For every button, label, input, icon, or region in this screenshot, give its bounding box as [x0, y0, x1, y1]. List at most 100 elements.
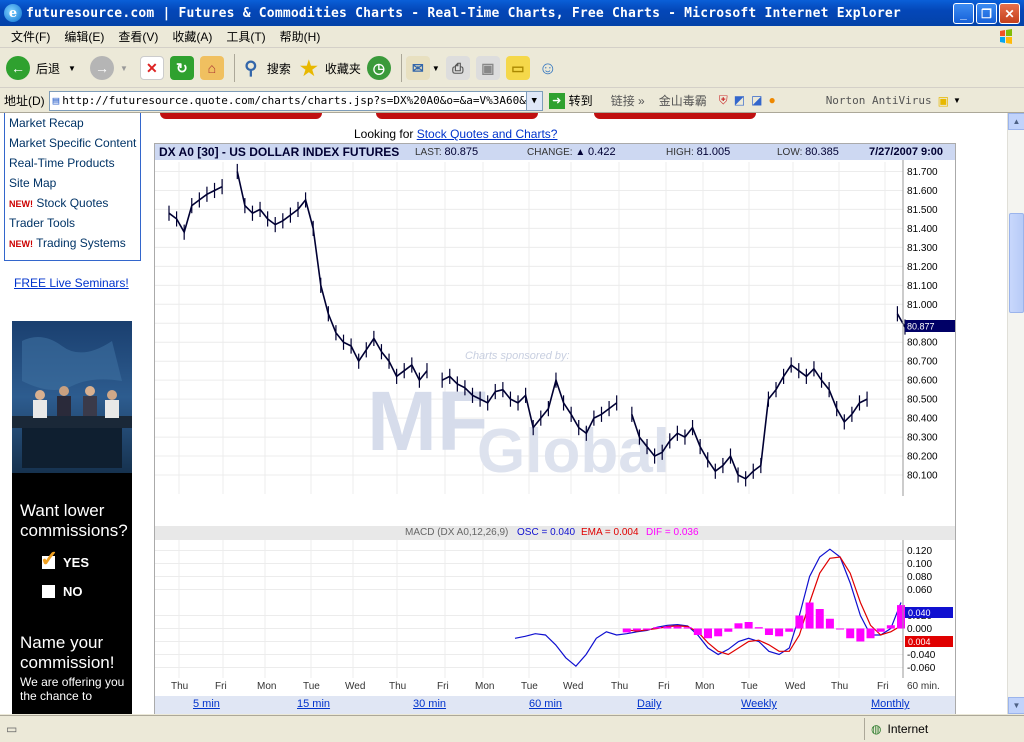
search-button[interactable]: ⚲ 搜索 [239, 56, 291, 80]
chart-panel: DX A0 [30] - US DOLLAR INDEX FUTURES LAS… [154, 143, 956, 714]
refresh-button[interactable]: ↻ [169, 56, 194, 80]
x-axis-label: Mon [695, 681, 715, 692]
minimize-button[interactable]: _ [953, 3, 974, 24]
shield-icon[interactable]: ⛨ [719, 93, 728, 108]
jinshan-button[interactable]: 金山毒霸 [659, 92, 707, 109]
go-button[interactable]: ➜ 转到 [548, 92, 593, 109]
favorites-button[interactable]: ★ 收藏夹 [297, 56, 361, 80]
macd-chart[interactable]: 0.1200.1000.0800.0600.0200.000-0.020-0.0… [155, 540, 955, 678]
y-tick-label: 81.000 [907, 300, 938, 311]
y-tick-label: 81.200 [907, 262, 938, 273]
norton-dropdown-icon[interactable]: ▼ [953, 96, 961, 105]
interval-link[interactable]: 5 min [193, 698, 220, 710]
ema-label: EMA = 0.004 [581, 527, 639, 538]
price-chart[interactable]: Charts sponsored by: MF Global 81.700 81.… [155, 160, 955, 496]
menu-file[interactable]: 文件(F) [4, 28, 57, 45]
left-nav-item[interactable]: Market Recap [5, 113, 140, 133]
no-label: NO [63, 584, 83, 599]
dif-bar [754, 627, 763, 629]
interval-link[interactable]: Monthly [871, 698, 910, 710]
left-nav-label: Site Map [9, 176, 57, 190]
left-nav-item[interactable]: NEW! Stock Quotes [5, 193, 140, 213]
refresh-icon: ↻ [169, 56, 194, 80]
dif-bar [825, 618, 834, 629]
seminars-link[interactable]: FREE Live Seminars! [14, 276, 129, 290]
mail-dropdown-icon[interactable]: ▼ [432, 64, 440, 73]
history-button[interactable]: ◷ [366, 56, 391, 80]
zone-panel: ◍ Internet [864, 718, 1020, 740]
nav-tab[interactable] [376, 113, 538, 119]
scroll-down-icon[interactable]: ▼ [1008, 697, 1024, 714]
mail-button[interactable]: ✉ ▼ [405, 56, 440, 80]
back-dropdown-icon[interactable]: ▼ [68, 64, 76, 73]
vertical-scrollbar[interactable]: ▲ ▼ [1007, 113, 1024, 714]
menu-tools[interactable]: 工具(T) [219, 28, 272, 45]
left-nav-item[interactable]: Trader Tools [5, 213, 140, 233]
left-nav-item[interactable]: Real-Time Products [5, 153, 140, 173]
address-dropdown-icon[interactable]: ▼ [525, 91, 542, 110]
page-icon: ▤ [52, 94, 60, 107]
y-tick-label: 81.600 [907, 186, 938, 197]
menu-help[interactable]: 帮助(H) [273, 28, 328, 45]
menu-favorites[interactable]: 收藏(A) [165, 28, 219, 45]
toolbar-separator [400, 54, 402, 82]
x-axis-label: Thu [171, 681, 189, 692]
print-button[interactable]: ⎙ [445, 56, 470, 80]
norton-label[interactable]: Norton AntiVirus [826, 94, 932, 107]
y-tick-label: 0.120 [907, 546, 932, 557]
stop-button[interactable]: ✕ [134, 56, 164, 80]
translate-icon[interactable]: ◪ [751, 93, 762, 108]
left-nav-item[interactable]: Site Map [5, 173, 140, 193]
messenger-button[interactable]: ☺ [536, 56, 560, 80]
x-axis-label: Thu [389, 681, 407, 692]
nav-tab[interactable] [594, 113, 756, 119]
looking-for: Looking for Stock Quotes and Charts? [354, 127, 557, 141]
new-badge: NEW! [9, 199, 33, 209]
tools-icon[interactable]: ◩ [734, 93, 745, 108]
interval-link[interactable]: Daily [637, 698, 661, 710]
links-button[interactable]: 链接 » [611, 92, 645, 109]
close-button[interactable]: ✕ [999, 3, 1020, 24]
address-input[interactable]: ▤ http://futuresource.quote.com/charts/c… [48, 90, 543, 111]
restore-button[interactable]: ❐ [976, 3, 997, 24]
dif-bar [724, 628, 733, 632]
discuss-button[interactable]: ▭ [505, 56, 530, 80]
forward-dropdown-icon[interactable]: ▼ [120, 64, 128, 73]
edit-button[interactable]: ▣ [475, 56, 500, 80]
low-label: LOW: [777, 147, 803, 158]
no-checkbox[interactable] [42, 585, 55, 598]
scroll-thumb[interactable] [1009, 213, 1024, 313]
norton-icon[interactable]: ▣ [938, 94, 949, 108]
y-tick-label: -0.040 [907, 650, 936, 661]
status-bar: ▭ ◍ Internet [0, 715, 1024, 742]
y-tick-label: 80.100 [907, 471, 938, 482]
advertisement[interactable]: Want lower commissions? ✓ YES NO Name yo… [12, 321, 132, 714]
nav-tab[interactable] [160, 113, 322, 119]
menu-edit[interactable]: 编辑(E) [57, 28, 111, 45]
back-button[interactable]: ← 后退 ▼ [6, 56, 76, 80]
toolbar-separator [233, 54, 235, 82]
scroll-up-icon[interactable]: ▲ [1008, 113, 1024, 130]
interval-link[interactable]: 30 min [413, 698, 446, 710]
ball-icon[interactable]: ● [768, 93, 775, 108]
interval-link[interactable]: Weekly [741, 698, 777, 710]
sponsor-text: Charts sponsored by: [465, 350, 570, 362]
toolbar-extras: ⛨ ◩ ◪ ● [719, 93, 776, 108]
left-nav-item[interactable]: NEW! Trading Systems [5, 233, 140, 253]
ad-yes-option[interactable]: ✓ YES [40, 546, 132, 571]
interval-link[interactable]: 60 min [529, 698, 562, 710]
left-nav-item[interactable]: Market Specific Content [5, 133, 140, 153]
page-status-icon: ▭ [6, 722, 18, 736]
yes-checkbox[interactable]: ✓ [40, 546, 58, 571]
last-value: 80.875 [444, 146, 479, 158]
stock-quotes-link[interactable]: Stock Quotes and Charts? [417, 127, 558, 141]
forward-button[interactable]: → ▼ [82, 56, 128, 80]
ad-no-option[interactable]: NO [42, 584, 132, 599]
y-tick-label: 0.000 [907, 624, 932, 635]
interval-link[interactable]: 15 min [297, 698, 330, 710]
home-button[interactable]: ⌂ [199, 56, 224, 80]
ad-headline: Want lower commissions? [20, 501, 128, 540]
back-arrow-icon: ← [6, 56, 30, 80]
menu-view[interactable]: 查看(V) [111, 28, 165, 45]
dif-bar [663, 626, 672, 629]
